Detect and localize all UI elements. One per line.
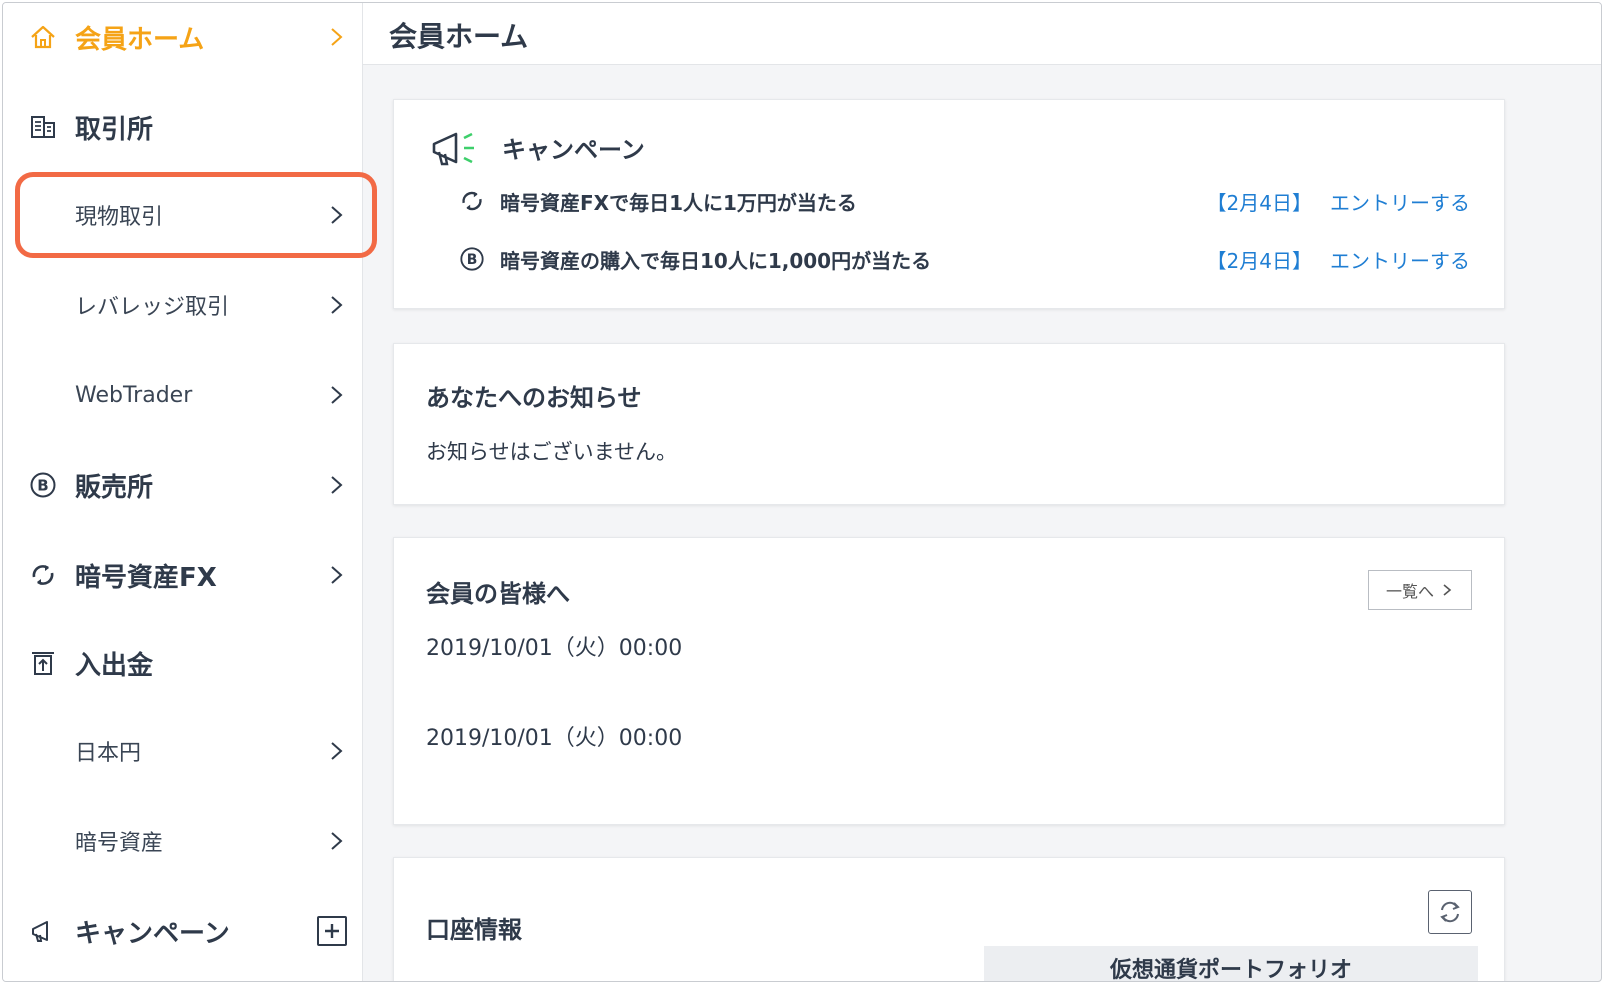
sidebar-item-crypto-assets[interactable]: 暗号資産 <box>3 811 363 871</box>
chevron-right-icon <box>331 28 343 46</box>
sidebar-item-member-home[interactable]: 会員ホーム <box>3 7 363 67</box>
expand-plus-icon[interactable] <box>317 916 347 946</box>
sidebar-item-label: 現物取引 <box>75 205 164 230</box>
megaphone-icon <box>27 915 59 947</box>
account-info-card: 口座情報 仮想通貨ポートフォリオ <box>393 857 1505 982</box>
exchange-building-icon <box>27 111 59 143</box>
tab-portfolio-label: 仮想通貨ポートフォリオ <box>1109 958 1352 982</box>
page-title: 会員ホーム <box>389 20 529 53</box>
sidebar-item-campaign[interactable]: キャンペーン <box>3 901 363 961</box>
campaign-row: B 暗号資産の購入で毎日10人に1,000円が当たる 【2月4日】 エントリーす… <box>458 244 1470 274</box>
fx-cycle-icon <box>458 187 486 215</box>
sidebar-item-label: 取引所 <box>75 114 154 145</box>
sidebar-item-label: WebTrader <box>75 382 193 408</box>
home-icon <box>27 21 59 53</box>
notices-card: あなたへのお知らせ お知らせはございません。 <box>393 343 1505 505</box>
fx-cycle-icon <box>27 559 59 591</box>
campaign-entry-link[interactable]: エントリーする <box>1330 245 1470 274</box>
sidebar-item-webtrader[interactable]: WebTrader <box>3 365 363 425</box>
chevron-right-icon <box>331 832 343 850</box>
campaign-entry-link[interactable]: エントリーする <box>1330 187 1470 216</box>
app-window: 会員ホーム 取引所 現物取引 レバレッジ取引 WebTrader B 販売所 暗… <box>2 2 1602 982</box>
megaphone-icon <box>430 128 482 172</box>
campaign-title: キャンペーン <box>502 136 645 164</box>
sidebar-item-spot-trading[interactable]: 現物取引 <box>3 185 363 245</box>
sidebar-section-exchange: 取引所 <box>3 97 363 157</box>
sidebar-item-leverage-trading[interactable]: レバレッジ取引 <box>3 275 363 335</box>
campaign-text: 暗号資産FXで毎日1人に1万円が当たる <box>500 190 857 215</box>
notice-date[interactable]: 2019/10/01（火）00:00 <box>426 720 682 752</box>
sidebar-item-label: 日本円 <box>75 741 142 766</box>
notices-title: あなたへのお知らせ <box>426 384 642 412</box>
chevron-right-icon <box>331 206 343 224</box>
sidebar-item-label: 暗号資産FX <box>75 562 217 593</box>
refresh-button[interactable] <box>1428 890 1472 934</box>
view-list-label: 一覧へ <box>1385 582 1434 601</box>
svg-text:B: B <box>467 252 478 268</box>
tab-portfolio[interactable]: 仮想通貨ポートフォリオ <box>984 946 1478 982</box>
header-bar: 会員ホーム <box>363 3 1601 65</box>
sidebar-item-label: 販売所 <box>75 472 154 503</box>
sidebar-item-jpy[interactable]: 日本円 <box>3 721 363 781</box>
refresh-icon <box>1440 901 1460 923</box>
sidebar-item-sales[interactable]: B 販売所 <box>3 455 363 515</box>
view-list-button[interactable]: 一覧へ <box>1368 570 1472 610</box>
chevron-right-icon <box>331 386 343 404</box>
campaign-text: 暗号資産の購入で毎日10人に1,000円が当たる <box>500 248 932 273</box>
bitcoin-icon: B <box>458 245 486 273</box>
notices-empty-text: お知らせはございません。 <box>426 440 677 464</box>
notice-date[interactable]: 2019/10/01（火）00:00 <box>426 630 682 662</box>
members-title: 会員の皆様へ <box>426 580 570 608</box>
sidebar-item-label: 暗号資産 <box>75 831 164 856</box>
account-title: 口座情報 <box>426 916 522 944</box>
campaign-card: キャンペーン 暗号資産FXで毎日1人に1万円が当たる 【2月4日】 エントリーす… <box>393 99 1505 309</box>
chevron-right-icon <box>331 476 343 494</box>
chevron-right-icon <box>331 566 343 584</box>
campaign-date: 【2月4日】 <box>1206 190 1312 215</box>
chevron-right-icon <box>1443 584 1452 596</box>
campaign-date: 【2月4日】 <box>1206 248 1312 273</box>
sidebar-item-crypto-fx[interactable]: 暗号資産FX <box>3 545 363 605</box>
sidebar-item-label: レバレッジ取引 <box>75 295 230 320</box>
chevron-right-icon <box>331 742 343 760</box>
members-notice-card: 会員の皆様へ 一覧へ 2019/10/01（火）00:00 2019/10/01… <box>393 537 1505 825</box>
sidebar-item-label: 会員ホーム <box>75 24 205 55</box>
bitcoin-icon: B <box>27 469 59 501</box>
sidebar-item-label: キャンペーン <box>75 918 230 949</box>
sidebar-section-deposit-withdraw: 入出金 <box>3 633 363 693</box>
chevron-right-icon <box>331 296 343 314</box>
main-content: 会員ホーム キャンペーン 暗号資産FXで毎日1人に1万円が当たる 【2月4日】 … <box>363 3 1601 981</box>
deposit-withdraw-icon <box>27 647 59 679</box>
svg-text:B: B <box>37 477 48 495</box>
sidebar-item-label: 入出金 <box>75 650 154 681</box>
sidebar: 会員ホーム 取引所 現物取引 レバレッジ取引 WebTrader B 販売所 暗… <box>3 3 377 981</box>
campaign-row: 暗号資産FXで毎日1人に1万円が当たる 【2月4日】 エントリーする <box>458 186 1470 216</box>
